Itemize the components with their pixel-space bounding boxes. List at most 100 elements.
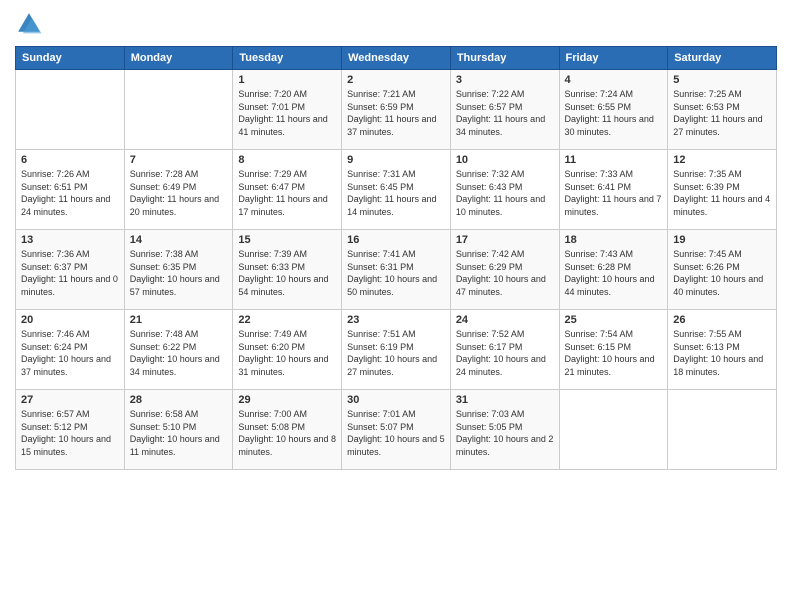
calendar-table: SundayMondayTuesdayWednesdayThursdayFrid… [15, 46, 777, 470]
day-number: 25 [565, 314, 663, 326]
calendar-cell: 31 Sunrise: 7:03 AMSunset: 5:05 PMDayligh… [450, 390, 559, 470]
calendar-cell [559, 390, 668, 470]
day-info: Sunrise: 7:01 AMSunset: 5:07 PMDaylight:… [347, 409, 445, 457]
day-number: 7 [130, 154, 228, 166]
day-info: Sunrise: 7:43 AMSunset: 6:28 PMDaylight:… [565, 249, 655, 297]
day-number: 4 [565, 74, 663, 86]
day-number: 13 [21, 234, 119, 246]
day-number: 1 [238, 74, 336, 86]
calendar-header [15, 10, 777, 38]
day-number: 2 [347, 74, 445, 86]
day-number: 26 [673, 314, 771, 326]
day-number: 31 [456, 394, 554, 406]
day-info: Sunrise: 7:38 AMSunset: 6:35 PMDaylight:… [130, 249, 220, 297]
calendar-cell: 27 Sunrise: 6:57 AMSunset: 5:12 PMDayligh… [16, 390, 125, 470]
calendar-cell [668, 390, 777, 470]
day-info: Sunrise: 7:35 AMSunset: 6:39 PMDaylight:… [673, 169, 770, 217]
day-info: Sunrise: 7:20 AMSunset: 7:01 PMDaylight:… [238, 89, 327, 137]
day-info: Sunrise: 7:36 AMSunset: 6:37 PMDaylight:… [21, 249, 118, 297]
day-info: Sunrise: 7:03 AMSunset: 5:05 PMDaylight:… [456, 409, 554, 457]
calendar-cell: 20 Sunrise: 7:46 AMSunset: 6:24 PMDayligh… [16, 310, 125, 390]
day-info: Sunrise: 7:22 AMSunset: 6:57 PMDaylight:… [456, 89, 545, 137]
weekday-header-wednesday: Wednesday [342, 47, 451, 70]
day-info: Sunrise: 7:49 AMSunset: 6:20 PMDaylight:… [238, 329, 328, 377]
calendar-cell: 22 Sunrise: 7:49 AMSunset: 6:20 PMDayligh… [233, 310, 342, 390]
calendar-cell [16, 70, 125, 150]
day-number: 16 [347, 234, 445, 246]
calendar-cell: 14Sunrise: 7:38 AMSunset: 6:35 PMDayligh… [124, 230, 233, 310]
calendar-cell: 7 Sunrise: 7:28 AMSunset: 6:49 PMDaylight… [124, 150, 233, 230]
day-number: 17 [456, 234, 554, 246]
day-info: Sunrise: 7:31 AMSunset: 6:45 PMDaylight:… [347, 169, 436, 217]
day-info: Sunrise: 7:24 AMSunset: 6:55 PMDaylight:… [565, 89, 654, 137]
weekday-header-monday: Monday [124, 47, 233, 70]
day-number: 3 [456, 74, 554, 86]
day-number: 6 [21, 154, 119, 166]
calendar-cell: 3 Sunrise: 7:22 AMSunset: 6:57 PMDaylight… [450, 70, 559, 150]
day-number: 15 [238, 234, 336, 246]
calendar-week-row: 27 Sunrise: 6:57 AMSunset: 5:12 PMDayligh… [16, 390, 777, 470]
calendar-container: SundayMondayTuesdayWednesdayThursdayFrid… [0, 0, 792, 485]
day-info: Sunrise: 7:55 AMSunset: 6:13 PMDaylight:… [673, 329, 763, 377]
day-info: Sunrise: 7:48 AMSunset: 6:22 PMDaylight:… [130, 329, 220, 377]
calendar-cell: 5 Sunrise: 7:25 AMSunset: 6:53 PMDaylight… [668, 70, 777, 150]
day-number: 12 [673, 154, 771, 166]
weekday-header-thursday: Thursday [450, 47, 559, 70]
day-number: 30 [347, 394, 445, 406]
calendar-cell: 13 Sunrise: 7:36 AMSunset: 6:37 PMDayligh… [16, 230, 125, 310]
day-info: Sunrise: 7:41 AMSunset: 6:31 PMDaylight:… [347, 249, 437, 297]
weekday-header-tuesday: Tuesday [233, 47, 342, 70]
day-info: Sunrise: 7:54 AMSunset: 6:15 PMDaylight:… [565, 329, 655, 377]
day-number: 27 [21, 394, 119, 406]
day-number: 24 [456, 314, 554, 326]
day-info: Sunrise: 6:58 AMSunset: 5:10 PMDaylight:… [130, 409, 220, 457]
calendar-cell: 18Sunrise: 7:43 AMSunset: 6:28 PMDayligh… [559, 230, 668, 310]
calendar-cell: 30 Sunrise: 7:01 AMSunset: 5:07 PMDayligh… [342, 390, 451, 470]
calendar-cell: 25 Sunrise: 7:54 AMSunset: 6:15 PMDayligh… [559, 310, 668, 390]
calendar-cell: 11 Sunrise: 7:33 AMSunset: 6:41 PMDayligh… [559, 150, 668, 230]
calendar-cell: 19 Sunrise: 7:45 AMSunset: 6:26 PMDayligh… [668, 230, 777, 310]
day-number: 28 [130, 394, 228, 406]
calendar-cell: 28 Sunrise: 6:58 AMSunset: 5:10 PMDayligh… [124, 390, 233, 470]
calendar-cell: 23Sunrise: 7:51 AMSunset: 6:19 PMDayligh… [342, 310, 451, 390]
day-info: Sunrise: 7:28 AMSunset: 6:49 PMDaylight:… [130, 169, 219, 217]
calendar-cell: 2 Sunrise: 7:21 AMSunset: 6:59 PMDaylight… [342, 70, 451, 150]
day-number: 20 [21, 314, 119, 326]
day-number: 10 [456, 154, 554, 166]
day-info: Sunrise: 7:42 AMSunset: 6:29 PMDaylight:… [456, 249, 546, 297]
weekday-header-friday: Friday [559, 47, 668, 70]
calendar-cell: 26 Sunrise: 7:55 AMSunset: 6:13 PMDayligh… [668, 310, 777, 390]
calendar-cell: 10 Sunrise: 7:32 AMSunset: 6:43 PMDayligh… [450, 150, 559, 230]
day-info: Sunrise: 7:46 AMSunset: 6:24 PMDaylight:… [21, 329, 111, 377]
calendar-cell: 12 Sunrise: 7:35 AMSunset: 6:39 PMDayligh… [668, 150, 777, 230]
calendar-cell: 21 Sunrise: 7:48 AMSunset: 6:22 PMDayligh… [124, 310, 233, 390]
day-info: Sunrise: 7:00 AMSunset: 5:08 PMDaylight:… [238, 409, 336, 457]
day-number: 23 [347, 314, 445, 326]
day-number: 22 [238, 314, 336, 326]
calendar-cell: 9 Sunrise: 7:31 AMSunset: 6:45 PMDaylight… [342, 150, 451, 230]
day-number: 19 [673, 234, 771, 246]
day-number: 9 [347, 154, 445, 166]
day-number: 5 [673, 74, 771, 86]
day-info: Sunrise: 7:33 AMSunset: 6:41 PMDaylight:… [565, 169, 662, 217]
calendar-week-row: 6 Sunrise: 7:26 AMSunset: 6:51 PMDaylight… [16, 150, 777, 230]
day-number: 11 [565, 154, 663, 166]
day-info: Sunrise: 7:45 AMSunset: 6:26 PMDaylight:… [673, 249, 763, 297]
day-number: 21 [130, 314, 228, 326]
logo-icon [15, 10, 43, 38]
day-info: Sunrise: 7:26 AMSunset: 6:51 PMDaylight:… [21, 169, 110, 217]
day-info: Sunrise: 7:21 AMSunset: 6:59 PMDaylight:… [347, 89, 436, 137]
day-info: Sunrise: 6:57 AMSunset: 5:12 PMDaylight:… [21, 409, 111, 457]
calendar-cell: 15Sunrise: 7:39 AMSunset: 6:33 PMDayligh… [233, 230, 342, 310]
calendar-cell [124, 70, 233, 150]
weekday-header-saturday: Saturday [668, 47, 777, 70]
calendar-cell: 1 Sunrise: 7:20 AMSunset: 7:01 PMDaylight… [233, 70, 342, 150]
weekday-header-row: SundayMondayTuesdayWednesdayThursdayFrid… [16, 47, 777, 70]
calendar-cell: 24Sunrise: 7:52 AMSunset: 6:17 PMDayligh… [450, 310, 559, 390]
day-info: Sunrise: 7:25 AMSunset: 6:53 PMDaylight:… [673, 89, 762, 137]
day-number: 29 [238, 394, 336, 406]
calendar-week-row: 1 Sunrise: 7:20 AMSunset: 7:01 PMDaylight… [16, 70, 777, 150]
calendar-cell: 4 Sunrise: 7:24 AMSunset: 6:55 PMDaylight… [559, 70, 668, 150]
day-info: Sunrise: 7:32 AMSunset: 6:43 PMDaylight:… [456, 169, 545, 217]
calendar-cell: 8Sunrise: 7:29 AMSunset: 6:47 PMDaylight… [233, 150, 342, 230]
